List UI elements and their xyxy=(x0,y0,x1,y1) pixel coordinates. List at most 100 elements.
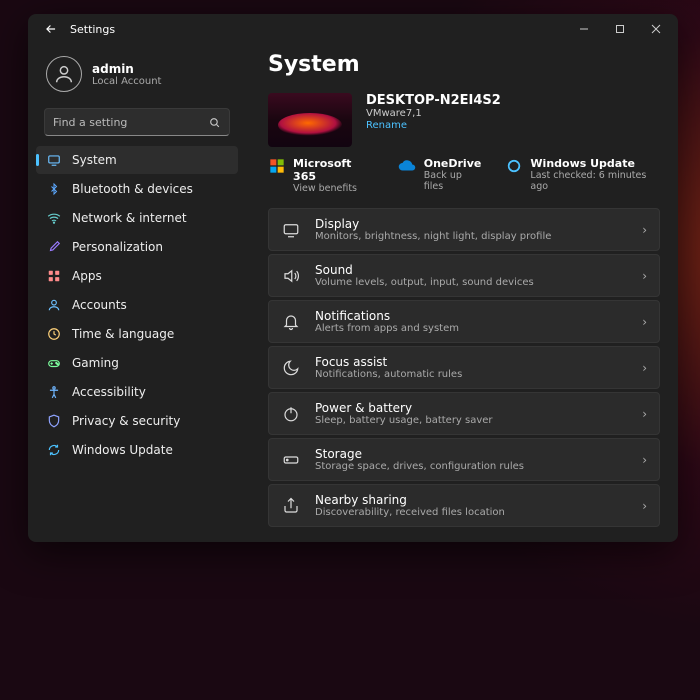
chevron-right-icon: › xyxy=(642,499,647,513)
item-title: Focus assist xyxy=(315,355,628,369)
settings-window: Settings admin Local Account Find a xyxy=(28,14,678,542)
item-sub: Notifications, automatic rules xyxy=(315,369,628,380)
nav-label: Windows Update xyxy=(72,443,173,457)
item-display[interactable]: Display Monitors, brightness, night ligh… xyxy=(268,208,660,251)
window-title: Settings xyxy=(70,23,115,36)
item-focus-assist[interactable]: Focus assist Notifications, automatic ru… xyxy=(268,346,660,389)
sidebar: admin Local Account Find a setting Syste… xyxy=(28,44,246,542)
nav-label: Accounts xyxy=(72,298,127,312)
device-model: VMware7,1 xyxy=(366,108,501,119)
nav-label: Gaming xyxy=(72,356,119,370)
maximize-button[interactable] xyxy=(602,14,638,44)
item-sub: Discoverability, received files location xyxy=(315,507,628,518)
microsoft365-icon xyxy=(268,157,285,175)
user-sub: Local Account xyxy=(92,76,161,87)
nav: System Bluetooth & devices Network & int… xyxy=(36,146,238,464)
tile-sub: Back up files xyxy=(424,170,482,192)
time-icon xyxy=(46,326,62,342)
system-header: DESKTOP-N2EI4S2 VMware7,1 Rename xyxy=(268,93,660,147)
gaming-icon xyxy=(46,355,62,371)
back-button[interactable] xyxy=(44,22,64,36)
avatar-icon xyxy=(46,56,82,92)
item-power[interactable]: Power & battery Sleep, battery usage, ba… xyxy=(268,392,660,435)
storage-icon xyxy=(281,451,301,469)
tile-sub: View benefits xyxy=(293,183,374,194)
chevron-right-icon: › xyxy=(642,315,647,329)
tile-label: Windows Update xyxy=(530,157,660,170)
nav-privacy[interactable]: Privacy & security xyxy=(36,407,238,435)
update-icon xyxy=(46,442,62,458)
search-icon xyxy=(208,116,221,129)
titlebar: Settings xyxy=(28,14,678,44)
nav-windows-update[interactable]: Windows Update xyxy=(36,436,238,464)
network-icon xyxy=(46,210,62,226)
accessibility-icon xyxy=(46,384,62,400)
nav-label: System xyxy=(72,153,117,167)
item-notifications[interactable]: Notifications Alerts from apps and syste… xyxy=(268,300,660,343)
system-icon xyxy=(46,152,62,168)
device-name: DESKTOP-N2EI4S2 xyxy=(366,93,501,108)
chevron-right-icon: › xyxy=(642,223,647,237)
share-icon xyxy=(281,497,301,515)
settings-items: Display Monitors, brightness, night ligh… xyxy=(268,208,660,527)
nav-accessibility[interactable]: Accessibility xyxy=(36,378,238,406)
display-icon xyxy=(281,221,301,239)
nav-accounts[interactable]: Accounts xyxy=(36,291,238,319)
nav-network[interactable]: Network & internet xyxy=(36,204,238,232)
bluetooth-icon xyxy=(46,181,62,197)
rename-link[interactable]: Rename xyxy=(366,120,501,131)
page-title: System xyxy=(268,52,660,77)
nav-label: Personalization xyxy=(72,240,163,254)
item-title: Notifications xyxy=(315,309,628,323)
apps-icon xyxy=(46,268,62,284)
item-nearby-sharing[interactable]: Nearby sharing Discoverability, received… xyxy=(268,484,660,527)
onedrive-icon xyxy=(398,157,416,175)
nav-system[interactable]: System xyxy=(36,146,238,174)
user-name: admin xyxy=(92,62,161,76)
item-sub: Sleep, battery usage, battery saver xyxy=(315,415,628,426)
chevron-right-icon: › xyxy=(642,453,647,467)
accounts-icon xyxy=(46,297,62,313)
tile-windows-update[interactable]: Windows Update Last checked: 6 minutes a… xyxy=(505,157,660,194)
nav-label: Network & internet xyxy=(72,211,187,225)
item-storage[interactable]: Storage Storage space, drives, configura… xyxy=(268,438,660,481)
minimize-button[interactable] xyxy=(566,14,602,44)
tile-label: Microsoft 365 xyxy=(293,157,374,183)
nav-bluetooth[interactable]: Bluetooth & devices xyxy=(36,175,238,203)
chevron-right-icon: › xyxy=(642,361,647,375)
bell-icon xyxy=(281,313,301,331)
item-title: Display xyxy=(315,217,628,231)
device-thumbnail xyxy=(268,93,352,147)
search-input[interactable]: Find a setting xyxy=(44,108,230,136)
nav-personalization[interactable]: Personalization xyxy=(36,233,238,261)
tile-microsoft365[interactable]: Microsoft 365 View benefits xyxy=(268,157,374,194)
info-tiles: Microsoft 365 View benefits OneDrive Bac… xyxy=(268,157,660,194)
item-title: Storage xyxy=(315,447,628,461)
tile-label: OneDrive xyxy=(424,157,482,170)
nav-label: Accessibility xyxy=(72,385,146,399)
nav-apps[interactable]: Apps xyxy=(36,262,238,290)
main-content[interactable]: System DESKTOP-N2EI4S2 VMware7,1 Rename … xyxy=(246,44,678,542)
item-sub: Volume levels, output, input, sound devi… xyxy=(315,277,628,288)
sound-icon xyxy=(281,267,301,285)
close-button[interactable] xyxy=(638,14,674,44)
search-placeholder: Find a setting xyxy=(53,116,208,129)
nav-time[interactable]: Time & language xyxy=(36,320,238,348)
item-sub: Alerts from apps and system xyxy=(315,323,628,334)
chevron-right-icon: › xyxy=(642,269,647,283)
tile-onedrive[interactable]: OneDrive Back up files xyxy=(398,157,482,194)
moon-icon xyxy=(281,359,301,377)
item-sub: Monitors, brightness, night light, displ… xyxy=(315,231,628,242)
item-sound[interactable]: Sound Volume levels, output, input, soun… xyxy=(268,254,660,297)
user-block[interactable]: admin Local Account xyxy=(36,50,238,106)
tile-sub: Last checked: 6 minutes ago xyxy=(530,170,660,192)
item-title: Power & battery xyxy=(315,401,628,415)
item-sub: Storage space, drives, configuration rul… xyxy=(315,461,628,472)
power-icon xyxy=(281,405,301,423)
windows-update-icon xyxy=(505,157,522,175)
chevron-right-icon: › xyxy=(642,407,647,421)
item-title: Sound xyxy=(315,263,628,277)
nav-label: Apps xyxy=(72,269,102,283)
nav-label: Bluetooth & devices xyxy=(72,182,193,196)
nav-gaming[interactable]: Gaming xyxy=(36,349,238,377)
